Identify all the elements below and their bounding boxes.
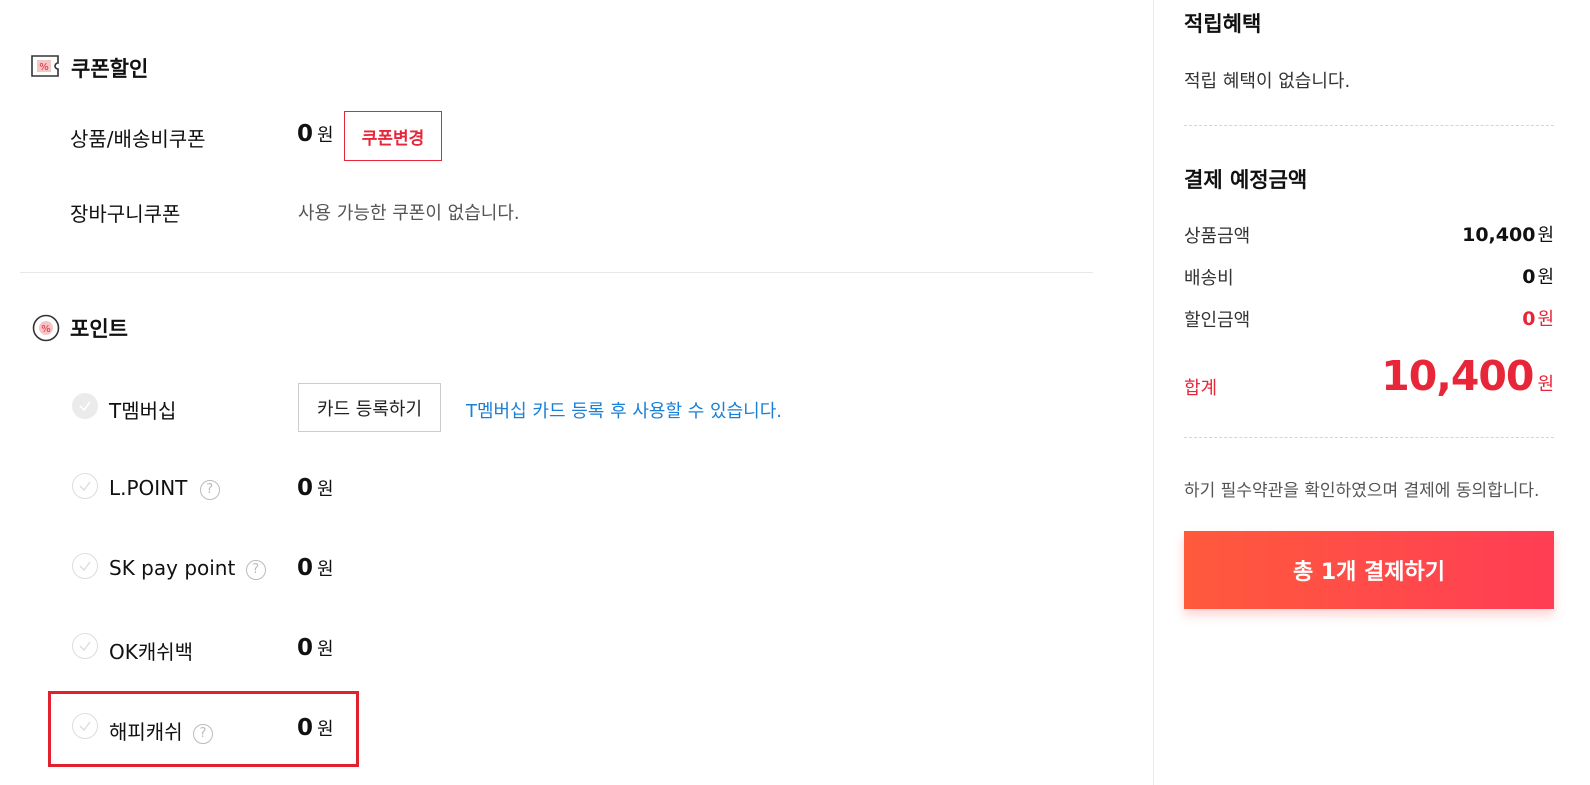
- product-amount-label: 상품금액: [1184, 226, 1251, 247]
- amount-value: 0: [297, 555, 314, 581]
- amount-value: 0: [1522, 266, 1536, 288]
- total-value: 10,400: [1381, 352, 1534, 400]
- happycash-checkbox[interactable]: [72, 713, 98, 739]
- coupon-icon: %: [31, 55, 59, 77]
- total-amount: 10,400 원: [1381, 352, 1554, 400]
- svg-text:%: %: [41, 324, 51, 335]
- cart-coupon-message: 사용 가능한 쿠폰이 없습니다.: [298, 203, 520, 224]
- product-shipping-coupon-amount: 0원: [297, 121, 334, 147]
- amount-value: 0: [297, 715, 314, 741]
- agreement-text: 하기 필수약관을 확인하였으며 결제에 동의합니다.: [1184, 481, 1540, 501]
- amount-unit: 원: [317, 639, 334, 660]
- check-icon: [79, 401, 91, 412]
- amount-value: 0: [297, 121, 314, 147]
- discount-label: 할인금액: [1184, 310, 1251, 331]
- shipping-label: 배송비: [1184, 268, 1234, 289]
- skpay-checkbox[interactable]: [72, 553, 98, 579]
- okcashbag-label: OK캐쉬백: [109, 640, 194, 664]
- tmembership-label: T멤버십: [109, 399, 177, 423]
- section-divider: [20, 272, 1093, 273]
- check-icon: [79, 481, 91, 492]
- svg-text:%: %: [39, 62, 49, 73]
- product-amount: 10,400 원: [1462, 221, 1554, 247]
- okcashbag-checkbox[interactable]: [72, 633, 98, 659]
- dashed-divider: [1184, 437, 1554, 438]
- happycash-label-text: 해피캐쉬: [109, 720, 183, 744]
- help-icon[interactable]: ?: [245, 560, 266, 580]
- product-shipping-coupon-label: 상품/배송비쿠폰: [70, 127, 206, 151]
- help-icon[interactable]: ?: [199, 480, 220, 500]
- skpay-amount: 0원: [297, 555, 334, 581]
- amount-unit: 원: [1537, 225, 1554, 246]
- reward-message: 적립 혜택이 없습니다.: [1184, 71, 1351, 92]
- cart-coupon-label: 장바구니쿠폰: [70, 202, 181, 226]
- coupon-change-button[interactable]: 쿠폰변경: [344, 111, 442, 161]
- amount-value: 0: [297, 475, 314, 501]
- lpoint-label-text: L.POINT: [109, 476, 188, 500]
- sidebar-border: [1153, 0, 1154, 785]
- happycash-label: 해피캐쉬 ?: [109, 716, 213, 745]
- point-section-title: 포인트: [70, 317, 128, 341]
- reward-title: 적립혜택: [1184, 12, 1262, 36]
- point-icon: %: [32, 314, 60, 342]
- amount-value: 10,400: [1462, 224, 1536, 246]
- lpoint-label: L.POINT ?: [109, 476, 220, 500]
- register-card-button[interactable]: 카드 등록하기: [298, 383, 441, 432]
- skpay-label: SK pay point ?: [109, 556, 266, 580]
- lpoint-amount: 0원: [297, 475, 334, 501]
- check-icon: [79, 721, 91, 732]
- amount-unit: 원: [317, 559, 334, 580]
- discount-amount: 0원: [1522, 305, 1554, 331]
- check-icon: [79, 641, 91, 652]
- payment-title: 결제 예정금액: [1184, 168, 1308, 192]
- check-icon: [79, 561, 91, 572]
- amount-value: 0: [297, 635, 314, 661]
- tmembership-notice: T멤버십 카드 등록 후 사용할 수 있습니다.: [466, 401, 783, 422]
- amount-unit: 원: [317, 479, 334, 500]
- amount-unit: 원: [1537, 267, 1554, 288]
- shipping-amount: 0원: [1522, 263, 1554, 289]
- pay-button[interactable]: 총 1개 결제하기: [1184, 531, 1554, 609]
- okcashbag-amount: 0원: [297, 635, 334, 661]
- skpay-label-text: SK pay point: [109, 556, 236, 580]
- amount-unit: 원: [317, 125, 334, 146]
- amount-unit: 원: [1537, 374, 1554, 395]
- coupon-section-title: 쿠폰할인: [71, 57, 149, 81]
- amount-unit: 원: [317, 719, 334, 740]
- amount-value: 0: [1522, 308, 1536, 330]
- lpoint-checkbox[interactable]: [72, 473, 98, 499]
- tmembership-checkbox[interactable]: [72, 393, 98, 419]
- total-label: 합계: [1184, 378, 1218, 399]
- dashed-divider: [1184, 125, 1554, 126]
- amount-unit: 원: [1537, 309, 1554, 330]
- happycash-amount: 0원: [297, 715, 334, 741]
- help-icon[interactable]: ?: [192, 724, 213, 744]
